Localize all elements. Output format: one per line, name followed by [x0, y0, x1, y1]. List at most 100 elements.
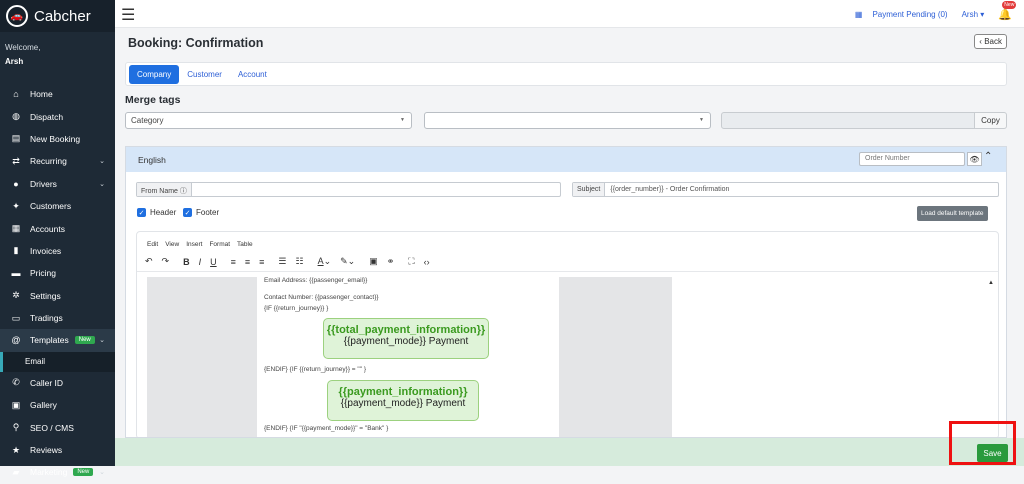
sidebar-item-drivers[interactable]: ● Drivers ⌄: [0, 173, 115, 195]
scroll-up-icon[interactable]: ▲: [988, 280, 994, 286]
sidebar-item-dispatch[interactable]: ◍ Dispatch: [0, 105, 115, 127]
building-icon: ▦: [11, 223, 21, 234]
sidebar-subitem-email[interactable]: Email: [0, 351, 115, 372]
sidebar-item-marketing[interactable]: ▰ Marketing New ⌄: [0, 461, 115, 483]
sidebar-item-home[interactable]: ⌂ Home: [0, 83, 115, 105]
menu-view[interactable]: View: [165, 241, 179, 248]
sidebar-item-label: Caller ID: [30, 377, 64, 388]
align-left-icon[interactable]: ≡: [231, 257, 236, 267]
load-default-template-button[interactable]: Load default template: [917, 206, 988, 221]
subject-field[interactable]: Subject {{order_number}} - Order Confirm…: [572, 182, 999, 197]
menu-insert[interactable]: Insert: [186, 241, 202, 248]
sidebar-item-label: Tradings: [30, 313, 63, 324]
sidebar-item-seo-cms[interactable]: ⚲ SEO / CMS: [0, 416, 115, 438]
header-checkbox[interactable]: ✓ Header: [137, 208, 176, 217]
merge-tag-copy-group: Copy: [721, 112, 1007, 129]
chat-icon: ▰: [12, 466, 20, 477]
payment-pending-link[interactable]: Payment Pending (0): [872, 10, 947, 19]
editor-content[interactable]: Email Address: {{passenger_email}} Conta…: [137, 277, 998, 437]
user-name: Arsh: [961, 9, 979, 19]
redo-icon[interactable]: ↷: [162, 256, 170, 267]
align-right-icon[interactable]: ≡: [259, 257, 264, 267]
calendar-icon[interactable]: ▦: [855, 10, 863, 19]
sidebar-item-new-booking[interactable]: ▤ New Booking: [0, 128, 115, 150]
sidebar-item-label: Drivers: [30, 178, 57, 189]
notification-badge: New: [1002, 0, 1017, 9]
brand[interactable]: 🚗 Cabcher: [0, 0, 115, 32]
chevron-down-icon: ▼: [699, 117, 704, 123]
highlight-icon[interactable]: ✎⌄: [340, 256, 355, 267]
chevron-down-icon: ▼: [400, 117, 405, 123]
italic-icon[interactable]: I: [199, 257, 202, 267]
sidebar-item-customers[interactable]: ✦ Customers: [0, 195, 115, 217]
numbered-list-icon[interactable]: ☰: [278, 256, 286, 267]
tab-company[interactable]: Company: [129, 64, 180, 84]
copy-button[interactable]: Copy: [975, 112, 1007, 129]
link-icon[interactable]: ⚭: [387, 256, 395, 267]
star-icon: ★: [11, 444, 21, 455]
sidebar-item-label: Invoices: [30, 245, 62, 256]
chevron-left-icon: ‹: [979, 37, 982, 46]
sidebar-item-accounts[interactable]: ▦ Accounts: [0, 217, 115, 239]
sidebar-item-settings[interactable]: ✲ Settings: [0, 285, 115, 307]
underline-icon[interactable]: U: [210, 257, 217, 267]
menu-toggle-icon[interactable]: ☰: [121, 5, 135, 25]
bold-icon[interactable]: B: [183, 257, 190, 267]
order-number-input[interactable]: Order Number: [859, 152, 965, 166]
tab-customer[interactable]: Customer: [179, 65, 230, 84]
chevron-up-icon[interactable]: ⌃: [984, 151, 992, 162]
back-button[interactable]: ‹ Back: [974, 34, 1007, 49]
repeat-icon: ⇄: [12, 155, 20, 166]
chevron-down-icon: ⌄: [99, 158, 105, 166]
sidebar-item-tradings[interactable]: ▭ Tradings: [0, 307, 115, 329]
panel-header[interactable]: English Order Number 👁 ⌃: [126, 147, 1006, 172]
image-icon[interactable]: ▣: [369, 256, 378, 267]
sidebar-item-caller-id[interactable]: ✆ Caller ID: [0, 372, 115, 394]
email-document[interactable]: Email Address: {{passenger_email}} Conta…: [257, 277, 559, 437]
code-icon[interactable]: ‹›: [424, 257, 430, 267]
sidebar-item-label: Home: [30, 89, 53, 100]
card-icon: ▭: [11, 312, 21, 323]
eye-icon[interactable]: 👁: [967, 152, 982, 166]
welcome-block: Welcome, Arsh: [0, 32, 115, 69]
sidebar-item-label: Accounts: [30, 223, 65, 234]
sidebar-item-reviews[interactable]: ★ Reviews: [0, 439, 115, 461]
header-label: Header: [150, 208, 177, 217]
sidebar-item-label: Marketing: [30, 467, 68, 478]
menu-table[interactable]: Table: [237, 241, 253, 248]
user-menu[interactable]: Arsh ▾: [962, 10, 985, 19]
menu-edit[interactable]: Edit: [147, 241, 158, 248]
align-center-icon[interactable]: ≡: [245, 257, 250, 267]
sidebar-item-pricing[interactable]: ▬ Pricing: [0, 262, 115, 284]
footer-checkbox[interactable]: ✓ Footer: [183, 208, 219, 217]
category-select[interactable]: Category ▼: [125, 112, 412, 129]
rich-text-editor: Edit View Insert Format Table ↶ ↷ B I U …: [136, 231, 999, 437]
text-color-icon[interactable]: A⌄: [318, 256, 332, 267]
bell-icon[interactable]: 🔔 New: [998, 0, 1017, 21]
sidebar-item-label: Reviews: [30, 445, 63, 456]
merge-tag-output[interactable]: [721, 112, 975, 129]
if-return-line: {IF {{return_journey}} }: [264, 305, 329, 312]
menu-format[interactable]: Format: [209, 241, 230, 248]
bullet-list-icon[interactable]: ☷: [295, 256, 303, 267]
sidebar-item-gallery[interactable]: ▣ Gallery: [0, 394, 115, 416]
undo-icon[interactable]: ↶: [145, 256, 153, 267]
from-name-field[interactable]: From Name ⓘ: [136, 182, 561, 197]
welcome-greeting: Welcome,: [5, 43, 41, 52]
list-icon: ▤: [11, 133, 21, 144]
gear-icon: ✲: [12, 290, 20, 301]
sidebar-item-label: Dispatch: [30, 111, 64, 122]
sidebar-item-invoices[interactable]: ▮ Invoices: [0, 240, 115, 262]
main-content: Booking: Confirmation ‹ Back Company Cus…: [115, 28, 1024, 438]
fullscreen-icon[interactable]: ⛶: [408, 256, 414, 267]
at-icon: @: [11, 335, 21, 346]
globe-icon: ◍: [12, 111, 20, 122]
editor-menubar: Edit View Insert Format Table: [137, 236, 998, 252]
sidebar: 🚗 Cabcher Welcome, Arsh ⌂ Home ◍ Dispatch ▤ N…: [0, 0, 115, 477]
merge-tag-select[interactable]: ▼: [424, 112, 711, 129]
sidebar-item-recurring[interactable]: ⇄ Recurring ⌄: [0, 150, 115, 172]
from-name-label: From Name ⓘ: [137, 183, 192, 196]
subject-value: {{order_number}} - Order Confirmation: [610, 186, 730, 193]
tab-account[interactable]: Account: [230, 65, 275, 84]
sidebar-item-templates[interactable]: @ Templates New ⌄: [0, 329, 115, 352]
